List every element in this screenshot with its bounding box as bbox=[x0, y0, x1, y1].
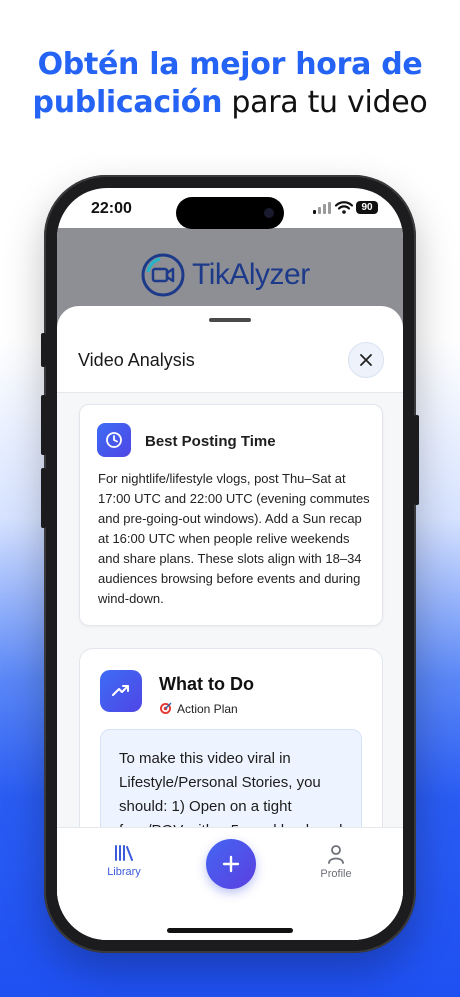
wifi-icon bbox=[335, 201, 353, 214]
close-button[interactable] bbox=[348, 342, 384, 378]
target-icon bbox=[160, 702, 172, 714]
home-indicator[interactable] bbox=[167, 928, 293, 933]
analysis-scroll-area[interactable]: Best Posting Time For nightlife/lifestyl… bbox=[57, 393, 403, 827]
bottom-tab-bar: Library Profile bbox=[57, 827, 403, 940]
plus-icon bbox=[222, 855, 240, 873]
tikalyzer-logo-icon bbox=[141, 253, 185, 297]
library-icon bbox=[115, 845, 133, 861]
phone-screen: TikAlyzer 22:00 90 Video Analysis Best P… bbox=[57, 188, 403, 940]
best-time-body: For nightlife/lifestyle vlogs, post Thu–… bbox=[98, 471, 370, 606]
camera-icon bbox=[264, 208, 274, 218]
status-time: 22:00 bbox=[91, 200, 132, 217]
best-time-icon-badge bbox=[97, 423, 131, 457]
app-logo-text: TikAlyzer bbox=[192, 258, 310, 291]
action-plan-box: To make this video viral in Lifestyle/Pe… bbox=[100, 729, 362, 827]
tab-profile[interactable]: Profile bbox=[296, 844, 376, 880]
tab-library[interactable]: Library bbox=[84, 844, 164, 878]
action-plan-label: Action Plan bbox=[177, 702, 238, 716]
tab-library-label: Library bbox=[107, 866, 141, 878]
headline-rest: para tu video bbox=[222, 85, 428, 120]
add-video-button[interactable] bbox=[206, 839, 256, 889]
app-logo: TikAlyzer bbox=[140, 250, 310, 300]
sheet-grabber[interactable] bbox=[209, 318, 251, 322]
promo-headline: Obtén la mejor hora de publicación para … bbox=[0, 46, 460, 122]
phone-volume-up-button bbox=[41, 395, 46, 455]
action-plan-subtitle: Action Plan bbox=[159, 701, 238, 716]
dynamic-island bbox=[176, 197, 284, 229]
action-plan-text: To make this video viral in Lifestyle/Pe… bbox=[119, 750, 342, 827]
phone-power-button bbox=[414, 415, 419, 505]
status-bar: 22:00 90 bbox=[57, 188, 403, 229]
close-icon bbox=[360, 354, 372, 366]
battery-indicator: 90 bbox=[356, 201, 378, 214]
sheet-title: Video Analysis bbox=[78, 350, 195, 370]
best-posting-time-card: Best Posting Time For nightlife/lifestyl… bbox=[79, 404, 383, 626]
what-to-do-icon-badge bbox=[100, 670, 142, 712]
clock-icon bbox=[106, 432, 122, 448]
best-time-title: Best Posting Time bbox=[145, 433, 276, 450]
phone-action-button bbox=[41, 333, 46, 367]
video-analysis-sheet: Video Analysis Best Posting Time For nig… bbox=[57, 306, 403, 940]
profile-icon bbox=[328, 845, 344, 864]
headline-highlight: publicación bbox=[32, 85, 223, 120]
tab-profile-label: Profile bbox=[320, 868, 352, 880]
headline-line-1: Obtén la mejor hora de bbox=[37, 47, 423, 82]
signal-icon bbox=[313, 202, 331, 214]
trending-up-icon bbox=[112, 685, 129, 696]
phone-volume-down-button bbox=[41, 468, 46, 528]
what-to-do-card: What to Do Action Plan To make this vide… bbox=[79, 648, 383, 827]
what-to-do-title: What to Do bbox=[159, 674, 254, 694]
